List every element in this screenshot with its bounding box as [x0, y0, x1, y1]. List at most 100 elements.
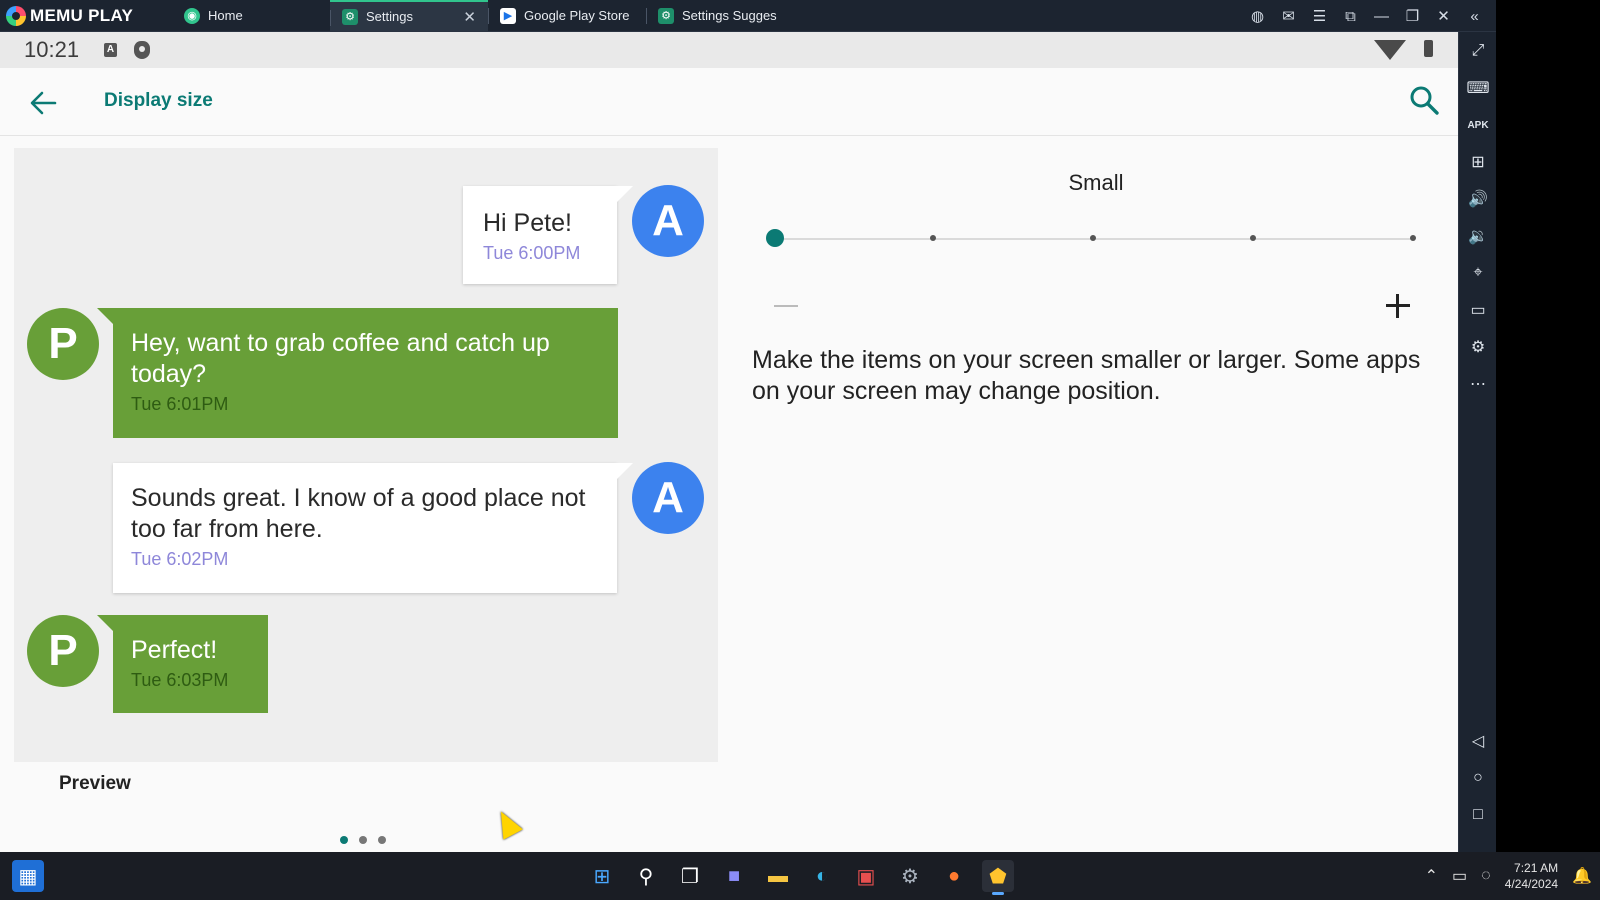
android-home-icon[interactable]: ○ [1459, 763, 1497, 793]
wifi-icon [1374, 40, 1406, 60]
folder-icon[interactable]: ▭ [1459, 295, 1497, 325]
keyboard-icon[interactable]: ⌨ [1459, 73, 1497, 103]
message-bubble: Perfect! Tue 6:03PM [97, 615, 268, 713]
message-text: Hi Pete! [483, 209, 572, 237]
message-text: Hey, want to grab coffee and catch up to… [131, 329, 550, 388]
decrease-size-button[interactable] [774, 305, 798, 307]
size-slider-thumb[interactable] [766, 229, 784, 247]
menu-icon[interactable]: ☰ [1304, 7, 1335, 25]
preview-label: Preview [59, 773, 131, 794]
network-icon[interactable]: ◌ [1481, 867, 1491, 885]
memu-icon[interactable]: ⬟ [982, 860, 1014, 895]
location-icon[interactable]: ⌖ [1459, 258, 1497, 288]
avatar: P [27, 615, 99, 687]
apk-icon[interactable]: APK [1459, 110, 1497, 140]
tab-settings[interactable]: ⚙ Settings ✕ [330, 0, 488, 31]
settings-icon[interactable]: ⚙ [894, 860, 926, 892]
battery-icon [1424, 40, 1433, 57]
tab-settings-suggestions[interactable]: ⚙ Settings Sugges [646, 0, 804, 31]
notification-a-icon: A [104, 43, 117, 57]
display-icon[interactable]: ▭ [1452, 866, 1467, 886]
add-window-icon[interactable]: ⊞ [1459, 147, 1497, 177]
desktop-background [1496, 0, 1600, 852]
screen-mirror-icon[interactable]: ⧉ [1335, 8, 1366, 25]
page-indicator [340, 836, 386, 844]
gear-icon: ⚙ [342, 8, 358, 25]
edge-icon[interactable]: ◐ [806, 860, 838, 892]
taskbar-date: 4/24/2024 [1504, 877, 1559, 891]
page-dot[interactable] [378, 836, 386, 844]
increase-size-button[interactable] [1384, 292, 1412, 320]
tab-label: Settings [366, 9, 413, 24]
task-view-icon[interactable]: ❐ [674, 860, 706, 892]
memu-logo: MEMU PLAY [0, 0, 172, 31]
gear-icon: ⚙ [658, 7, 674, 24]
volume-down-icon[interactable]: 🔉 [1459, 221, 1497, 251]
more-icon[interactable]: ⋯ [1459, 369, 1497, 399]
page-dot[interactable] [359, 836, 367, 844]
taskbar-time: 7:21 AM [1514, 861, 1559, 875]
message-time: Tue 6:01PM [131, 394, 229, 414]
memu-logo-icon [6, 5, 26, 26]
fullscreen-icon[interactable]: ⤢ [1459, 36, 1497, 66]
tab-google-play-store[interactable]: ▶ Google Play Store [488, 0, 646, 31]
tab-label: Settings Sugges [682, 8, 777, 23]
tab-home[interactable]: ◉ Home [172, 0, 330, 31]
android-recents-icon[interactable]: □ [1459, 800, 1497, 830]
search-icon[interactable] [1408, 84, 1440, 116]
bubble-tail [97, 615, 115, 633]
bubble-tail [615, 186, 633, 204]
slider-tick[interactable] [1250, 235, 1256, 241]
search-icon[interactable]: ⚲ [630, 860, 662, 892]
system-tray: ⌃ ▭ ◌ 7:21 AM 4/24/2024 🔔 [1425, 852, 1592, 900]
message-bubble: Hi Pete! Tue 6:00PM [463, 186, 633, 284]
avatar: P [27, 308, 99, 380]
close-tab-icon[interactable]: ✕ [463, 8, 476, 26]
message-time: Tue 6:00PM [483, 243, 581, 263]
play-store-icon: ▶ [500, 7, 516, 24]
android-screen: 10:21 A Display size Hi Pete! Tue 6:00PM… [0, 32, 1458, 852]
slider-tick[interactable] [930, 235, 936, 241]
store-icon[interactable]: ▣ [850, 860, 882, 892]
collapse-sidebar-icon[interactable]: « [1459, 8, 1490, 25]
settings-icon[interactable]: ⚙ [1459, 332, 1497, 362]
avatar: A [632, 185, 704, 257]
bubble-tail [615, 463, 633, 481]
message-text: Sounds great. I know of a good place not… [131, 484, 586, 543]
app-bar: Display size [0, 68, 1458, 136]
account-icon[interactable]: ◍ [1242, 7, 1273, 25]
home-icon: ◉ [184, 7, 200, 24]
close-icon[interactable]: ✕ [1428, 7, 1459, 25]
chevron-up-icon[interactable]: ⌃ [1425, 866, 1438, 886]
taskbar-clock[interactable]: 7:21 AM 4/24/2024 [1505, 860, 1558, 892]
brand-name: MEMU PLAY [30, 5, 134, 25]
android-back-icon[interactable]: ◁ [1459, 726, 1497, 756]
message-time: Tue 6:03PM [131, 670, 229, 690]
size-label: Small [1068, 170, 1124, 195]
mail-icon[interactable]: ✉ [1273, 7, 1304, 25]
back-arrow-icon[interactable] [28, 88, 58, 118]
window-controls: ◍ ✉ ☰ ⧉ — ❐ ✕ « [1242, 0, 1490, 32]
page-dot[interactable] [340, 836, 348, 844]
emulator-sidebar: ⤢ ⌨ APK ⊞ 🔊 🔉 ⌖ ▭ ⚙ ⋯ ◁ ○ □ [1458, 32, 1496, 852]
shield-icon [134, 41, 150, 59]
chat-icon[interactable]: ■ [718, 860, 750, 892]
status-clock: 10:21 [24, 37, 80, 62]
notification-bell-icon[interactable]: 🔔 [1572, 866, 1592, 886]
size-description: Make the items on your screen smaller or… [752, 346, 1421, 405]
tab-label: Google Play Store [524, 8, 630, 23]
volume-up-icon[interactable]: 🔊 [1459, 184, 1497, 214]
file-explorer-icon[interactable]: ▬ [762, 860, 794, 892]
tab-label: Home [208, 8, 243, 23]
slider-tick[interactable] [1090, 235, 1096, 241]
windows-taskbar: ▦ ⊞ ⚲ ❐ ■ ▬ ◐ ▣ ⚙ ● ⬟ ⌃ ▭ ◌ 7:21 AM 4/24… [0, 852, 1600, 900]
message-text: Perfect! [131, 636, 218, 664]
firefox-icon[interactable]: ● [938, 860, 970, 892]
start-icon[interactable]: ⊞ [586, 860, 618, 892]
widgets-icon[interactable]: ▦ [12, 860, 44, 892]
restore-icon[interactable]: ❐ [1397, 7, 1428, 25]
slider-tick[interactable] [1410, 235, 1416, 241]
message-time: Tue 6:02PM [131, 549, 229, 569]
emulator-titlebar: MEMU PLAY ◉ Home ⚙ Settings ✕ ▶ Google P… [0, 0, 1496, 32]
minimize-icon[interactable]: — [1366, 8, 1397, 25]
